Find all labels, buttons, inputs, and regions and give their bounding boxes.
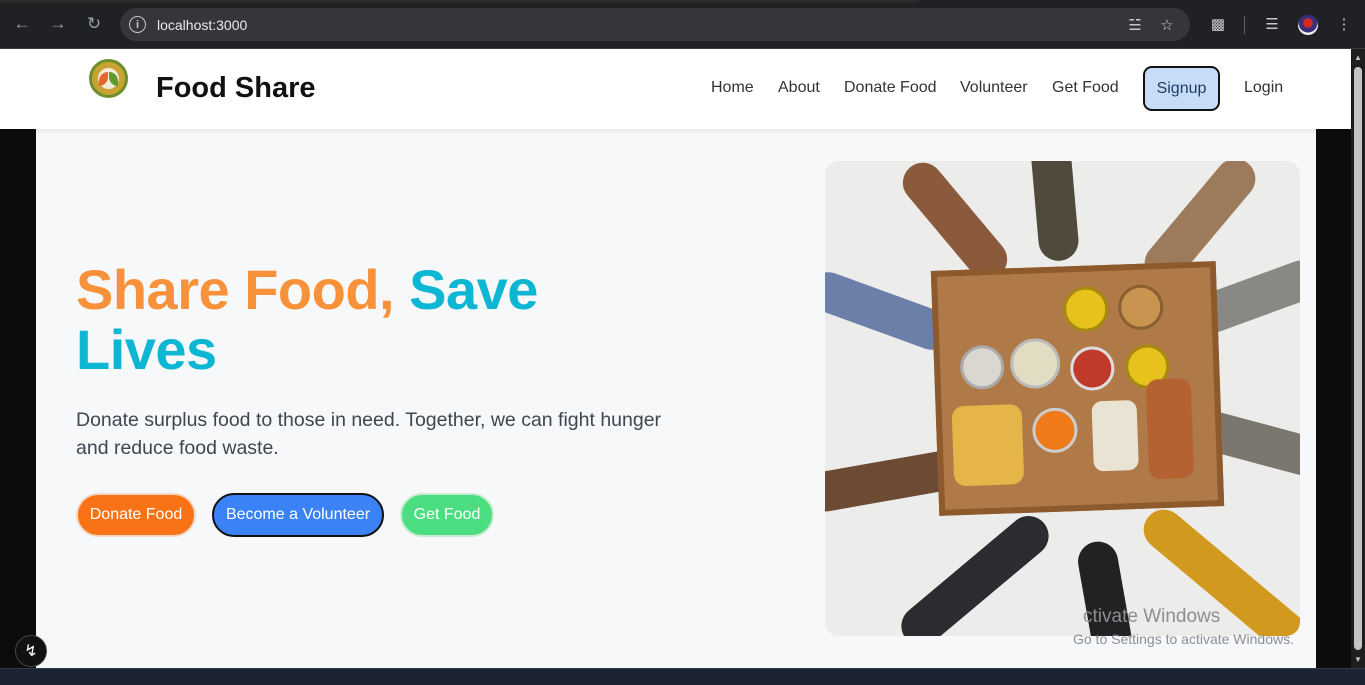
translate-icon[interactable]: ☱ bbox=[1126, 16, 1144, 34]
scroll-down-icon[interactable]: ▼ bbox=[1354, 655, 1362, 664]
brand-title[interactable]: Food Share bbox=[156, 72, 316, 105]
nav-login[interactable]: Login bbox=[1244, 79, 1283, 97]
address-bar[interactable]: i localhost:3000 ☱ ☆ bbox=[120, 8, 1190, 41]
arm-shape bbox=[1029, 161, 1081, 263]
signup-button[interactable]: Signup bbox=[1143, 66, 1220, 111]
scroll-up-icon[interactable]: ▲ bbox=[1354, 53, 1362, 62]
nav-about[interactable]: About bbox=[778, 79, 820, 97]
toolbar-divider bbox=[1244, 16, 1245, 34]
jar-shape bbox=[1031, 407, 1079, 454]
profile-avatar[interactable] bbox=[1298, 15, 1318, 35]
url-text[interactable]: localhost:3000 bbox=[157, 17, 247, 33]
tab-strip bbox=[0, 0, 920, 3]
get-food-button[interactable]: Get Food bbox=[400, 493, 494, 537]
arm-shape bbox=[893, 507, 1057, 636]
hero-section: Share Food, Save Lives Donate surplus fo… bbox=[36, 129, 1316, 668]
forward-icon[interactable]: → bbox=[47, 13, 69, 35]
back-icon[interactable]: ← bbox=[11, 13, 33, 35]
jar-shape bbox=[1117, 283, 1164, 331]
jar-shape bbox=[1009, 337, 1061, 390]
site-header: Food Share Home About Donate Food Volunt… bbox=[0, 49, 1351, 129]
browser-toolbar: ← → ↻ i localhost:3000 ☱ ☆ ▩ ☰ ⋮ bbox=[0, 0, 1365, 49]
more-menu-icon[interactable]: ⋮ bbox=[1334, 14, 1354, 34]
can-shape bbox=[1062, 285, 1110, 333]
windows-activation-title: ctivate Windows bbox=[1083, 606, 1221, 627]
nav-home[interactable]: Home bbox=[711, 79, 754, 97]
headline-part-1: Share Food, bbox=[76, 258, 395, 321]
hero-image-hands-food-box bbox=[825, 161, 1300, 636]
pasta-jar-shape bbox=[951, 403, 1025, 487]
media-controls-icon[interactable]: ☰ bbox=[1262, 14, 1282, 34]
scrollbar-thumb[interactable] bbox=[1354, 67, 1362, 650]
jar-shape bbox=[1091, 399, 1139, 472]
donate-food-button[interactable]: Donate Food bbox=[76, 493, 196, 537]
become-volunteer-button[interactable]: Become a Volunteer bbox=[212, 493, 384, 537]
jar-shape bbox=[1145, 378, 1195, 480]
can-shape bbox=[1069, 345, 1116, 392]
nav-get-food[interactable]: Get Food bbox=[1052, 79, 1119, 97]
nav-donate-food[interactable]: Donate Food bbox=[844, 79, 937, 97]
reload-icon[interactable]: ↻ bbox=[83, 13, 105, 35]
hero-tagline: Donate surplus food to those in need. To… bbox=[76, 409, 662, 459]
food-box bbox=[930, 261, 1225, 516]
food-share-logo[interactable] bbox=[89, 59, 128, 98]
hero-headline: Share Food, Save Lives bbox=[76, 260, 596, 380]
jar-shape bbox=[959, 344, 1005, 391]
bookmark-star-icon[interactable]: ☆ bbox=[1158, 16, 1176, 34]
nav-volunteer[interactable]: Volunteer bbox=[960, 79, 1028, 97]
extensions-icon[interactable]: ▩ bbox=[1208, 14, 1228, 34]
os-taskbar bbox=[0, 668, 1365, 685]
windows-activation-subtitle: Go to Settings to activate Windows. bbox=[1073, 631, 1294, 647]
lightning-icon[interactable]: ↯ bbox=[15, 635, 47, 667]
page-scrollbar[interactable]: ▲ ▼ bbox=[1351, 49, 1365, 668]
site-info-icon[interactable]: i bbox=[129, 16, 146, 33]
